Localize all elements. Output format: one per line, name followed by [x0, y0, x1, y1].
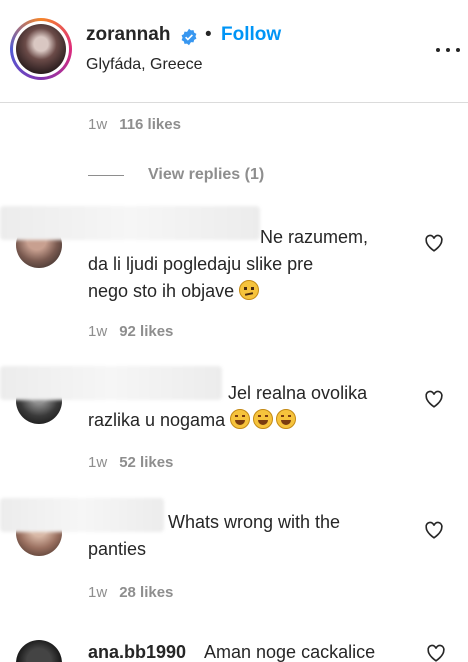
comment-text-line2: panties: [88, 539, 147, 559]
comment-time[interactable]: 1w: [88, 454, 107, 471]
comment-time[interactable]: 1w: [88, 116, 107, 133]
comment-meta: 1w 28 likes: [88, 584, 173, 601]
view-replies-button[interactable]: View replies (1): [88, 165, 264, 185]
comment-item: ana.bb1990 Aman noge cackalice: [0, 636, 468, 662]
tears-of-joy-emoji: [230, 409, 251, 429]
like-heart-icon[interactable]: [424, 390, 444, 408]
comment-likes[interactable]: 28 likes: [119, 584, 173, 601]
comment-time[interactable]: 1w: [88, 323, 107, 340]
comment-text-line2: razlika u nogama: [88, 407, 299, 434]
blurred-username: [0, 366, 222, 400]
comment-text-line1: Whats wrong with the: [168, 512, 341, 532]
like-heart-icon[interactable]: [426, 644, 446, 662]
blurred-username: [0, 206, 260, 240]
profile-avatar[interactable]: [10, 18, 72, 80]
blurred-username: [0, 498, 164, 532]
comment-likes[interactable]: 92 likes: [119, 323, 173, 340]
more-options-icon[interactable]: [436, 40, 460, 60]
username[interactable]: zorannah: [86, 24, 170, 46]
tears-of-joy-emoji: [253, 409, 274, 429]
comment-text-line1: Jel realna ovolika: [228, 383, 368, 403]
comment-meta: 1w 116 likes: [88, 116, 181, 133]
follow-button[interactable]: Follow: [221, 24, 281, 46]
comment-text-line3: nego sto ih objave: [88, 278, 262, 305]
location-link[interactable]: Glyfáda, Greece: [86, 56, 203, 74]
separator-dot: •: [205, 24, 212, 45]
replies-divider: [88, 174, 124, 176]
verified-badge-icon: [181, 28, 197, 46]
tears-of-joy-emoji: [276, 409, 297, 429]
like-heart-icon[interactable]: [424, 234, 444, 252]
comment-text-line1: Ne razumem,: [260, 227, 369, 247]
comment-username[interactable]: ana.bb1990: [88, 642, 186, 662]
view-replies-label: View replies (1): [148, 166, 265, 183]
comment-time[interactable]: 1w: [88, 584, 107, 601]
commenter-avatar[interactable]: [16, 640, 62, 662]
confused-face-emoji: [239, 280, 260, 300]
comment-text: Aman noge cackalice: [204, 642, 376, 662]
comment-likes[interactable]: 116 likes: [119, 116, 181, 133]
comment-text-line2: da li ljudi pogledaju slike pre: [88, 254, 314, 274]
comment-meta: 1w 52 likes: [88, 454, 173, 471]
comment-meta: 1w 92 likes: [88, 323, 173, 340]
like-heart-icon[interactable]: [424, 521, 444, 539]
comment-likes[interactable]: 52 likes: [119, 454, 173, 471]
post-header: zorannah • Follow Glyfáda, Greece: [0, 0, 468, 103]
